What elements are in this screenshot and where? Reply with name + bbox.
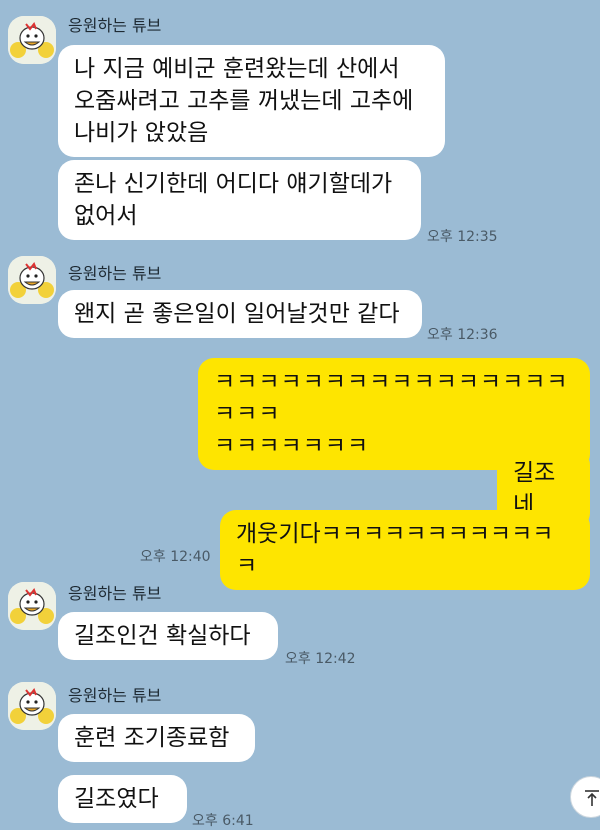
message-time: 오후 12:40 xyxy=(140,549,211,565)
my-message-bubble[interactable]: 개웃기다ㅋㅋㅋㅋㅋㅋㅋㅋㅋㅋㅋㅋ xyxy=(220,510,590,590)
avatar-icon[interactable] xyxy=(8,582,56,630)
sender-name: 응원하는 튜브 xyxy=(68,264,162,283)
avatar-icon[interactable] xyxy=(8,682,56,730)
scroll-to-bottom-button[interactable] xyxy=(570,776,600,818)
message-bubble[interactable]: 나 지금 예비군 훈련왔는데 산에서 오줌싸려고 고추를 꺼냈는데 고추에 나비… xyxy=(58,45,445,157)
message-bubble[interactable]: 훈련 조기종료함 xyxy=(58,714,255,762)
message-time: 오후 12:42 xyxy=(285,651,356,667)
sender-name: 응원하는 튜브 xyxy=(68,16,162,35)
message-bubble[interactable]: 길조인건 확실하다 xyxy=(58,612,278,660)
arrow-to-bottom-icon xyxy=(585,790,599,806)
sender-name: 응원하는 튜브 xyxy=(68,584,162,603)
message-bubble[interactable]: 길조였다 xyxy=(58,775,187,823)
message-time: 오후 6:41 xyxy=(192,813,254,829)
message-bubble[interactable]: 왠지 곧 좋은일이 일어날것만 같다 xyxy=(58,290,422,338)
message-time: 오후 12:35 xyxy=(427,229,498,245)
avatar-icon[interactable] xyxy=(8,256,56,304)
sender-name: 응원하는 튜브 xyxy=(68,686,162,705)
message-bubble[interactable]: 존나 신기한데 어디다 얘기할데가 없어서 xyxy=(58,160,421,240)
avatar-icon[interactable] xyxy=(8,16,56,64)
message-time: 오후 12:36 xyxy=(427,327,498,343)
